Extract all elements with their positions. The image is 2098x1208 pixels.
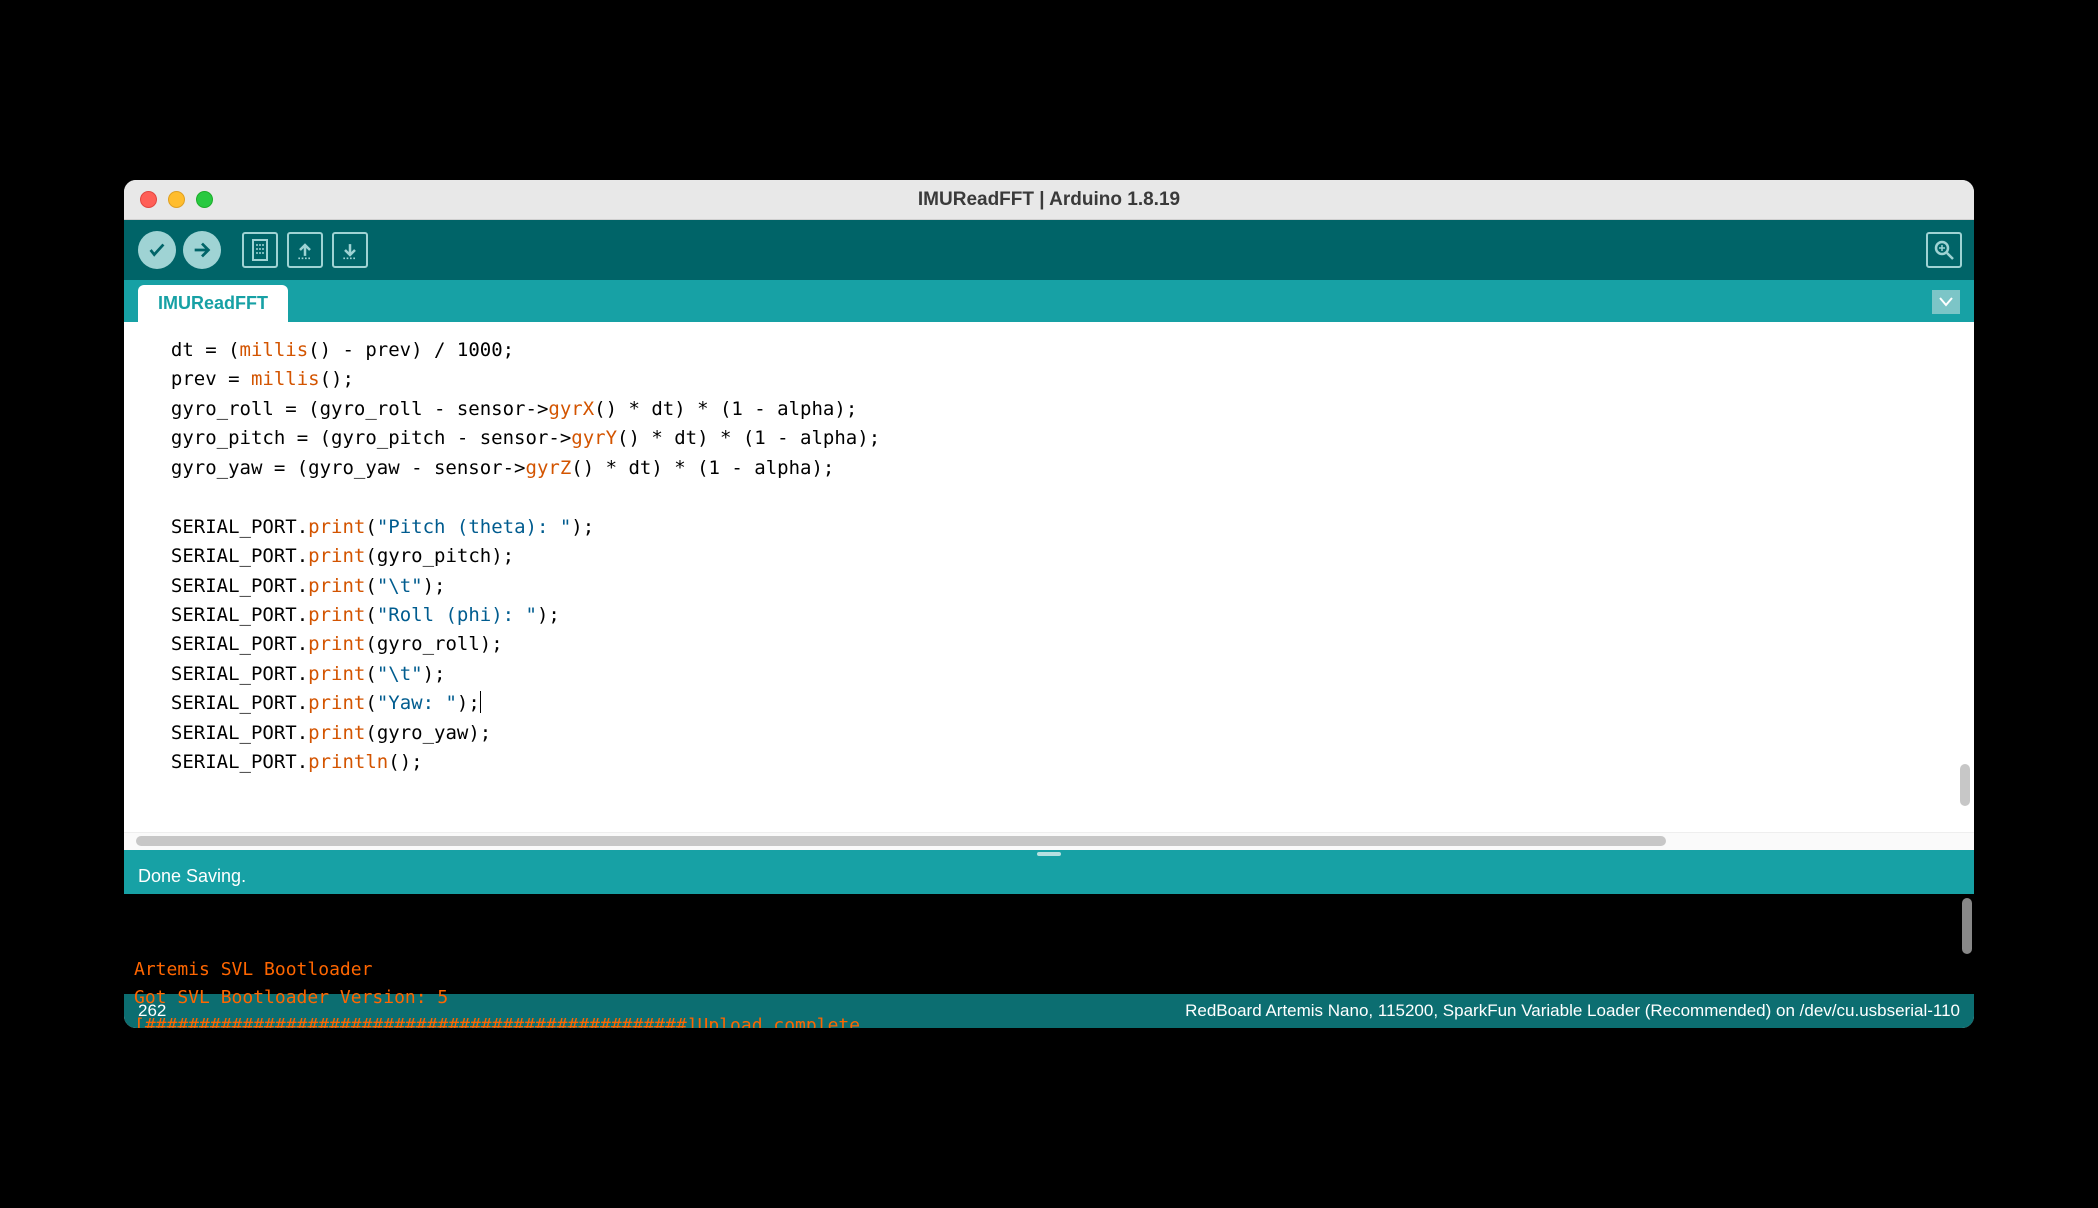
code-line[interactable]: prev = millis(); <box>148 365 1950 394</box>
code-line[interactable]: dt = (millis() - prev) / 1000; <box>148 336 1950 365</box>
ide-window: IMUReadFFT | Arduino 1.8.19 <box>124 180 1974 1028</box>
editor-vertical-scrollbar[interactable] <box>1956 322 1970 832</box>
code-line[interactable]: gyro_roll = (gyro_roll - sensor->gyrX() … <box>148 395 1950 424</box>
code-line[interactable]: SERIAL_PORT.print("Pitch (theta): "); <box>148 513 1950 542</box>
file-icon <box>250 238 270 262</box>
code-line[interactable]: SERIAL_PORT.print(gyro_pitch); <box>148 542 1950 571</box>
verify-button[interactable] <box>136 229 178 271</box>
chevron-down-icon <box>1939 297 1953 307</box>
tabs-bar: IMUReadFFT <box>124 280 1974 322</box>
code-line[interactable]: SERIAL_PORT.println(); <box>148 748 1950 777</box>
open-button[interactable] <box>284 229 326 271</box>
titlebar[interactable]: IMUReadFFT | Arduino 1.8.19 <box>124 180 1974 220</box>
code-content[interactable]: dt = (millis() - prev) / 1000; prev = mi… <box>124 322 1974 792</box>
status-bar: Done Saving. <box>124 858 1974 894</box>
arrow-right-icon <box>191 239 213 261</box>
tab-menu-dropdown[interactable] <box>1932 290 1960 314</box>
arrow-down-icon <box>340 240 360 260</box>
window-controls <box>140 191 213 208</box>
minimize-button[interactable] <box>168 191 185 208</box>
console-content: Artemis SVL BootloaderGot SVL Bootloader… <box>134 956 1964 1028</box>
magnifier-icon <box>1932 238 1956 262</box>
code-line[interactable]: SERIAL_PORT.print("Roll (phi): "); <box>148 601 1950 630</box>
window-title: IMUReadFFT | Arduino 1.8.19 <box>918 189 1180 211</box>
tab-imureadfft[interactable]: IMUReadFFT <box>138 285 288 322</box>
upload-button[interactable] <box>181 229 223 271</box>
console-line: Got SVL Bootloader Version: 5 <box>134 984 1964 1012</box>
code-line[interactable]: SERIAL_PORT.print(gyro_roll); <box>148 630 1950 659</box>
code-line[interactable] <box>148 483 1950 512</box>
code-line[interactable]: gyro_pitch = (gyro_pitch - sensor->gyrY(… <box>148 424 1950 453</box>
code-line[interactable]: SERIAL_PORT.print("\t"); <box>148 660 1950 689</box>
output-console[interactable]: Artemis SVL BootloaderGot SVL Bootloader… <box>124 894 1974 994</box>
code-line[interactable]: SERIAL_PORT.print("\t"); <box>148 572 1950 601</box>
scrollbar-thumb[interactable] <box>1960 764 1970 806</box>
new-button[interactable] <box>239 229 281 271</box>
text-cursor <box>480 691 481 713</box>
code-line[interactable]: gyro_yaw = (gyro_yaw - sensor->gyrZ() * … <box>148 454 1950 483</box>
code-line[interactable]: SERIAL_PORT.print("Yaw: "); <box>148 689 1950 718</box>
console-line: [#######################################… <box>134 1012 1964 1028</box>
save-button[interactable] <box>329 229 371 271</box>
console-line: Artemis SVL Bootloader <box>134 956 1964 984</box>
splitter[interactable] <box>124 850 1974 858</box>
code-line[interactable]: SERIAL_PORT.print(gyro_yaw); <box>148 719 1950 748</box>
editor-horizontal-scrollbar[interactable] <box>124 832 1974 850</box>
arrow-up-icon <box>295 240 315 260</box>
serial-monitor-button[interactable] <box>1926 232 1962 268</box>
close-button[interactable] <box>140 191 157 208</box>
toolbar <box>124 220 1974 280</box>
code-editor[interactable]: dt = (millis() - prev) / 1000; prev = mi… <box>124 322 1974 832</box>
maximize-button[interactable] <box>196 191 213 208</box>
console-scrollbar[interactable] <box>1962 898 1972 954</box>
check-icon <box>146 239 168 261</box>
status-message: Done Saving. <box>138 866 246 887</box>
splitter-handle-icon <box>1037 852 1061 856</box>
scrollbar-thumb[interactable] <box>136 836 1666 846</box>
